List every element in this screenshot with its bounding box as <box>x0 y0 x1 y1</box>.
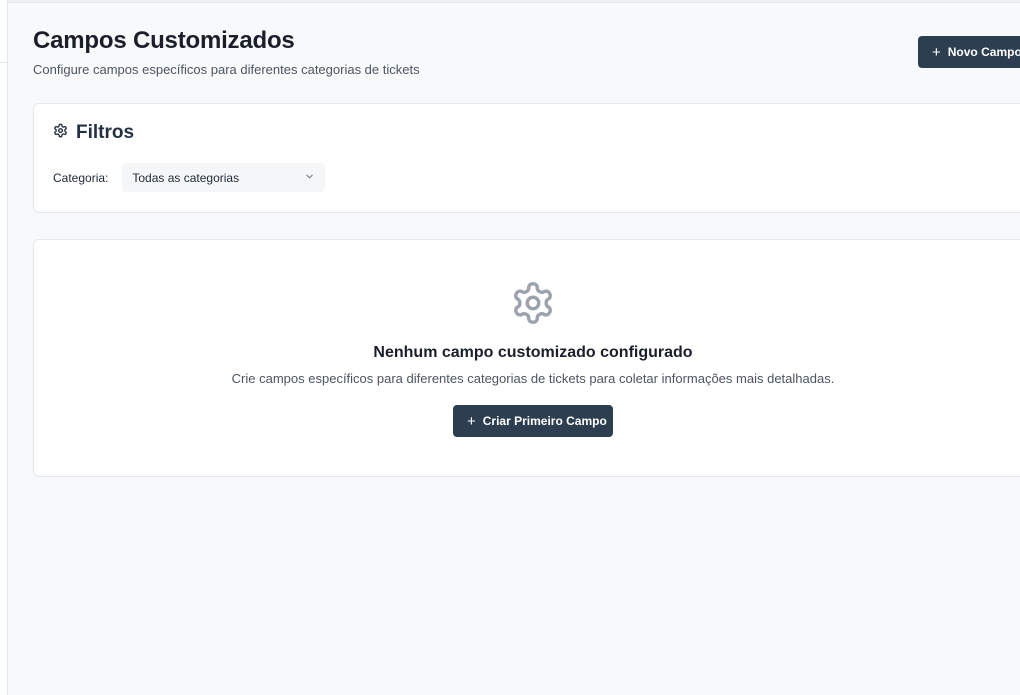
category-select-value: Todas as categorias <box>132 170 240 185</box>
page-title: Campos Customizados <box>33 27 295 54</box>
sidebar-divider <box>0 62 8 63</box>
empty-state-title: Nenhum campo customizado configurado <box>373 344 693 361</box>
chevron-down-icon <box>304 171 315 185</box>
gear-icon <box>510 280 556 326</box>
filters-card: Filtros Categoria: Todas as categorias <box>33 103 1020 213</box>
new-field-button[interactable]: + Novo Campo <box>918 36 1020 68</box>
plus-icon: + <box>932 43 941 61</box>
category-filter-row: Categoria: Todas as categorias <box>53 163 326 192</box>
new-field-button-label: Novo Campo <box>947 45 1020 59</box>
plus-icon: + <box>467 412 476 430</box>
category-label: Categoria: <box>53 170 109 185</box>
left-sidebar-edge <box>0 0 8 695</box>
gear-icon <box>53 123 68 143</box>
empty-state: Nenhum campo customizado configurado Cri… <box>34 240 1020 478</box>
filters-header: Filtros <box>53 122 134 144</box>
top-bar-edge <box>8 0 1020 3</box>
empty-state-description: Crie campos específicos para diferentes … <box>231 371 835 386</box>
empty-state-card: Nenhum campo customizado configurado Cri… <box>33 239 1020 477</box>
create-first-field-button-label: Criar Primeiro Campo <box>482 414 607 428</box>
filters-title: Filtros <box>76 122 135 143</box>
create-first-field-button[interactable]: + Criar Primeiro Campo <box>453 405 613 437</box>
page-subtitle: Configure campos específicos para difere… <box>33 62 420 77</box>
category-select[interactable]: Todas as categorias <box>122 163 326 192</box>
